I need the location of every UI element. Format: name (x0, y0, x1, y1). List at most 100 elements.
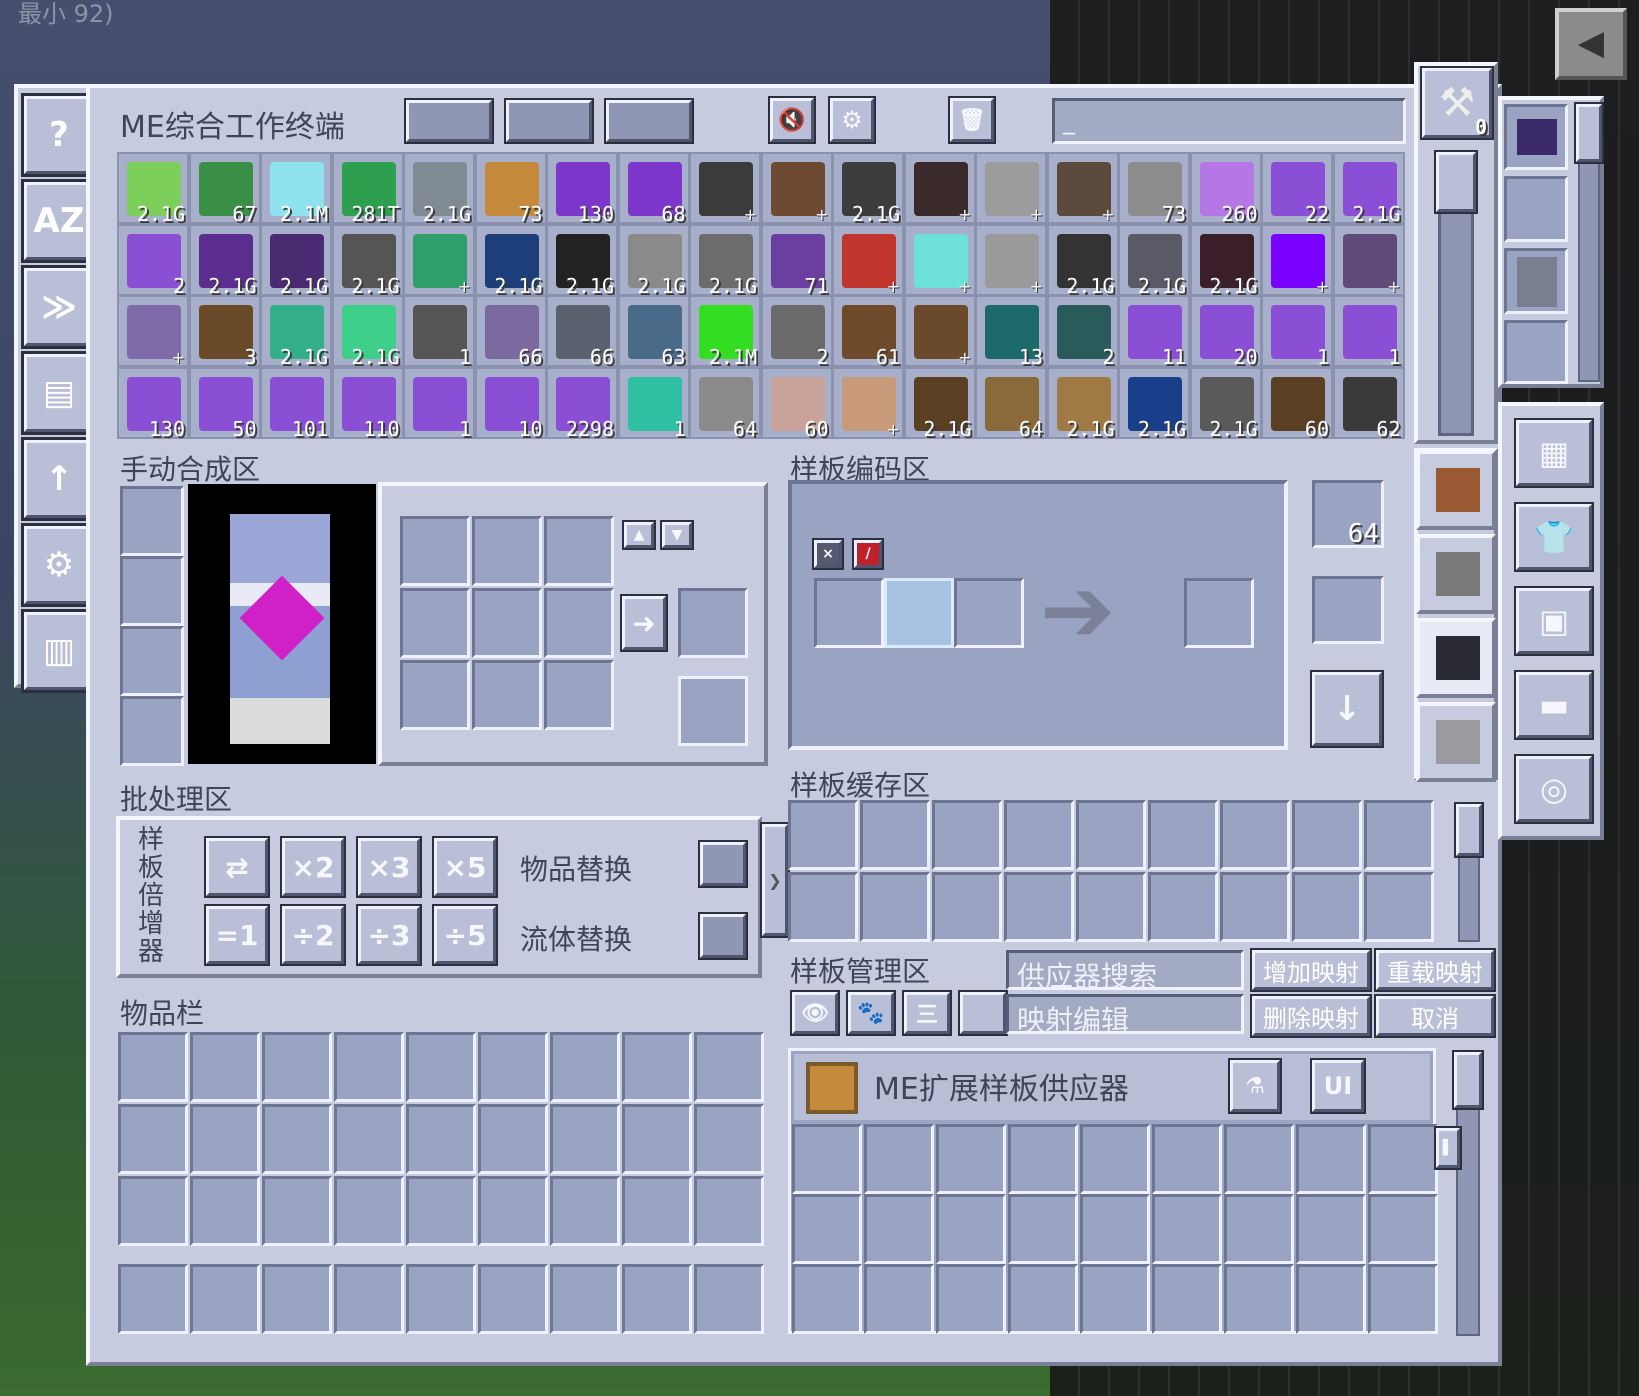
me-item-slot[interactable]: 2.1G (403, 152, 475, 226)
me-item-slot[interactable]: 1 (403, 295, 475, 369)
me-item-slot[interactable]: 67 (188, 152, 261, 226)
me-item-slot[interactable]: 73 (474, 152, 547, 226)
terminal-settings-button[interactable]: ⚙ (828, 96, 876, 144)
provider-pattern-slot[interactable] (1296, 1194, 1366, 1264)
cache-pattern-slot[interactable] (1076, 800, 1146, 870)
item-replace-toggle[interactable] (698, 840, 748, 888)
me-item-slot[interactable]: 2 (760, 295, 833, 369)
inventory-slot[interactable] (478, 1032, 548, 1102)
hotbar-slot[interactable] (694, 1264, 764, 1334)
view-toggle-1[interactable] (404, 98, 494, 144)
provider-header[interactable]: ME扩展样板供应器 ⚗ UI (794, 1054, 1430, 1120)
me-item-slot[interactable]: 68 (617, 152, 690, 226)
me-item-slot[interactable]: + (832, 366, 904, 439)
trash-button[interactable]: 🗑 (948, 96, 996, 144)
me-item-slot[interactable]: 2.1G (1046, 223, 1119, 298)
side-tab-0[interactable]: ▦ (1514, 418, 1594, 488)
hotbar-slot[interactable] (262, 1264, 332, 1334)
provider-side-tab[interactable]: ▌ (1434, 1126, 1462, 1170)
provider-pattern-slot[interactable] (1296, 1124, 1366, 1194)
multiplier-button-0[interactable]: ⇄ (204, 836, 270, 898)
cache-pattern-slot[interactable] (1148, 800, 1218, 870)
me-item-slot[interactable]: + (903, 223, 976, 296)
me-item-slot[interactable]: + (760, 152, 833, 224)
provider-pattern-slot[interactable] (1224, 1124, 1294, 1194)
provider-ui-button[interactable]: UI (1310, 1058, 1366, 1114)
me-item-slot[interactable]: 2.1G (1046, 366, 1119, 441)
provider-pattern-slot[interactable] (1008, 1264, 1078, 1334)
view-toggle-3[interactable] (604, 98, 694, 144)
upgrade-slot-3[interactable] (1504, 248, 1568, 314)
me-item-slot[interactable]: 64 (975, 366, 1047, 441)
craft-arrow-button[interactable]: ➜ (620, 594, 668, 652)
upgrade-scrollbar-thumb[interactable] (1574, 102, 1604, 164)
me-item-slot[interactable]: 2.1M (260, 152, 332, 226)
me-item-slot[interactable]: + (689, 152, 761, 224)
collapse-button[interactable]: ◀ (1555, 8, 1627, 80)
fluid-replace-toggle[interactable] (698, 912, 748, 960)
multiplier-button-6[interactable]: ÷3 (356, 904, 422, 966)
provider-pattern-slot[interactable] (1152, 1194, 1222, 1264)
tab-smithing[interactable] (1416, 618, 1496, 698)
me-item-slot[interactable]: + (117, 295, 189, 367)
me-item-slot[interactable]: 2 (117, 223, 189, 298)
sidebar-button-4[interactable]: ↑ (21, 437, 97, 521)
me-item-slot[interactable]: 260 (1189, 152, 1262, 226)
cache-pattern-slot[interactable] (1148, 872, 1218, 942)
inventory-slot[interactable] (190, 1032, 260, 1102)
me-item-slot[interactable]: + (903, 295, 976, 367)
inventory-slot[interactable] (694, 1032, 764, 1102)
cache-pattern-slot[interactable] (1004, 872, 1074, 942)
inventory-slot[interactable] (694, 1104, 764, 1174)
provider-pattern-slot[interactable] (1368, 1124, 1438, 1194)
cache-pattern-slot[interactable] (1220, 872, 1290, 942)
me-item-slot[interactable]: 3 (188, 295, 261, 369)
provider-pattern-slot[interactable] (1224, 1194, 1294, 1264)
me-item-slot[interactable]: 2.1M (689, 295, 761, 369)
batch-expand-button[interactable]: ❯ (760, 822, 790, 938)
me-item-slot[interactable]: 10 (474, 366, 547, 441)
me-item-slot[interactable]: 2298 (546, 366, 618, 441)
craft-input-slot[interactable] (472, 588, 542, 658)
me-item-slot[interactable]: 1 (1261, 295, 1333, 369)
provider-pattern-slot[interactable] (1080, 1264, 1150, 1334)
provider-pattern-slot[interactable] (792, 1194, 862, 1264)
craft-input-slot[interactable] (400, 516, 470, 586)
inventory-slot[interactable] (406, 1176, 476, 1246)
me-item-slot[interactable]: + (832, 223, 904, 296)
me-item-slot[interactable]: 281T (331, 152, 404, 226)
me-item-slot[interactable]: 64 (689, 366, 761, 441)
inventory-slot[interactable] (550, 1176, 620, 1246)
craft-input-slot[interactable] (544, 516, 614, 586)
encoding-input-slot-2[interactable] (884, 578, 954, 648)
me-item-slot[interactable]: 2.1G (260, 295, 332, 369)
me-item-slot[interactable]: 2.1G (1189, 223, 1262, 298)
craft-input-slot[interactable] (472, 516, 542, 586)
terminal-scrollbar-thumb[interactable] (1434, 150, 1478, 214)
me-item-slot[interactable]: 66 (474, 295, 547, 369)
pattern-mode-button[interactable]: / (852, 538, 884, 570)
cancel-mapping-button[interactable]: 取消 (1374, 994, 1496, 1038)
hotbar-slot[interactable] (478, 1264, 548, 1334)
inventory-slot[interactable] (406, 1104, 476, 1174)
armor-slot-helmet[interactable] (120, 486, 184, 556)
inventory-slot[interactable] (118, 1176, 188, 1246)
sidebar-button-6[interactable]: ▥ (21, 609, 97, 693)
hotbar-slot[interactable] (622, 1264, 692, 1334)
craft-input-slot[interactable] (400, 660, 470, 730)
inventory-slot[interactable] (190, 1104, 260, 1174)
filter-icon[interactable]: 🐾 (846, 990, 896, 1036)
encoding-output-slot[interactable] (1184, 578, 1254, 648)
me-item-slot[interactable]: + (975, 152, 1047, 224)
me-item-slot[interactable]: 130 (546, 152, 618, 226)
inventory-slot[interactable] (334, 1032, 404, 1102)
multiplier-button-7[interactable]: ÷5 (432, 904, 498, 966)
inventory-slot[interactable] (118, 1032, 188, 1102)
hammer-tool-slot[interactable]: ⚒ 0 (1420, 66, 1494, 140)
side-tab-1[interactable]: 👕 (1514, 502, 1594, 572)
me-item-slot[interactable]: 2.1G (1189, 366, 1262, 441)
inventory-slot[interactable] (622, 1032, 692, 1102)
blank-pattern-slot[interactable]: 64 (1312, 480, 1384, 549)
inventory-slot[interactable] (262, 1176, 332, 1246)
inventory-slot[interactable] (406, 1032, 476, 1102)
